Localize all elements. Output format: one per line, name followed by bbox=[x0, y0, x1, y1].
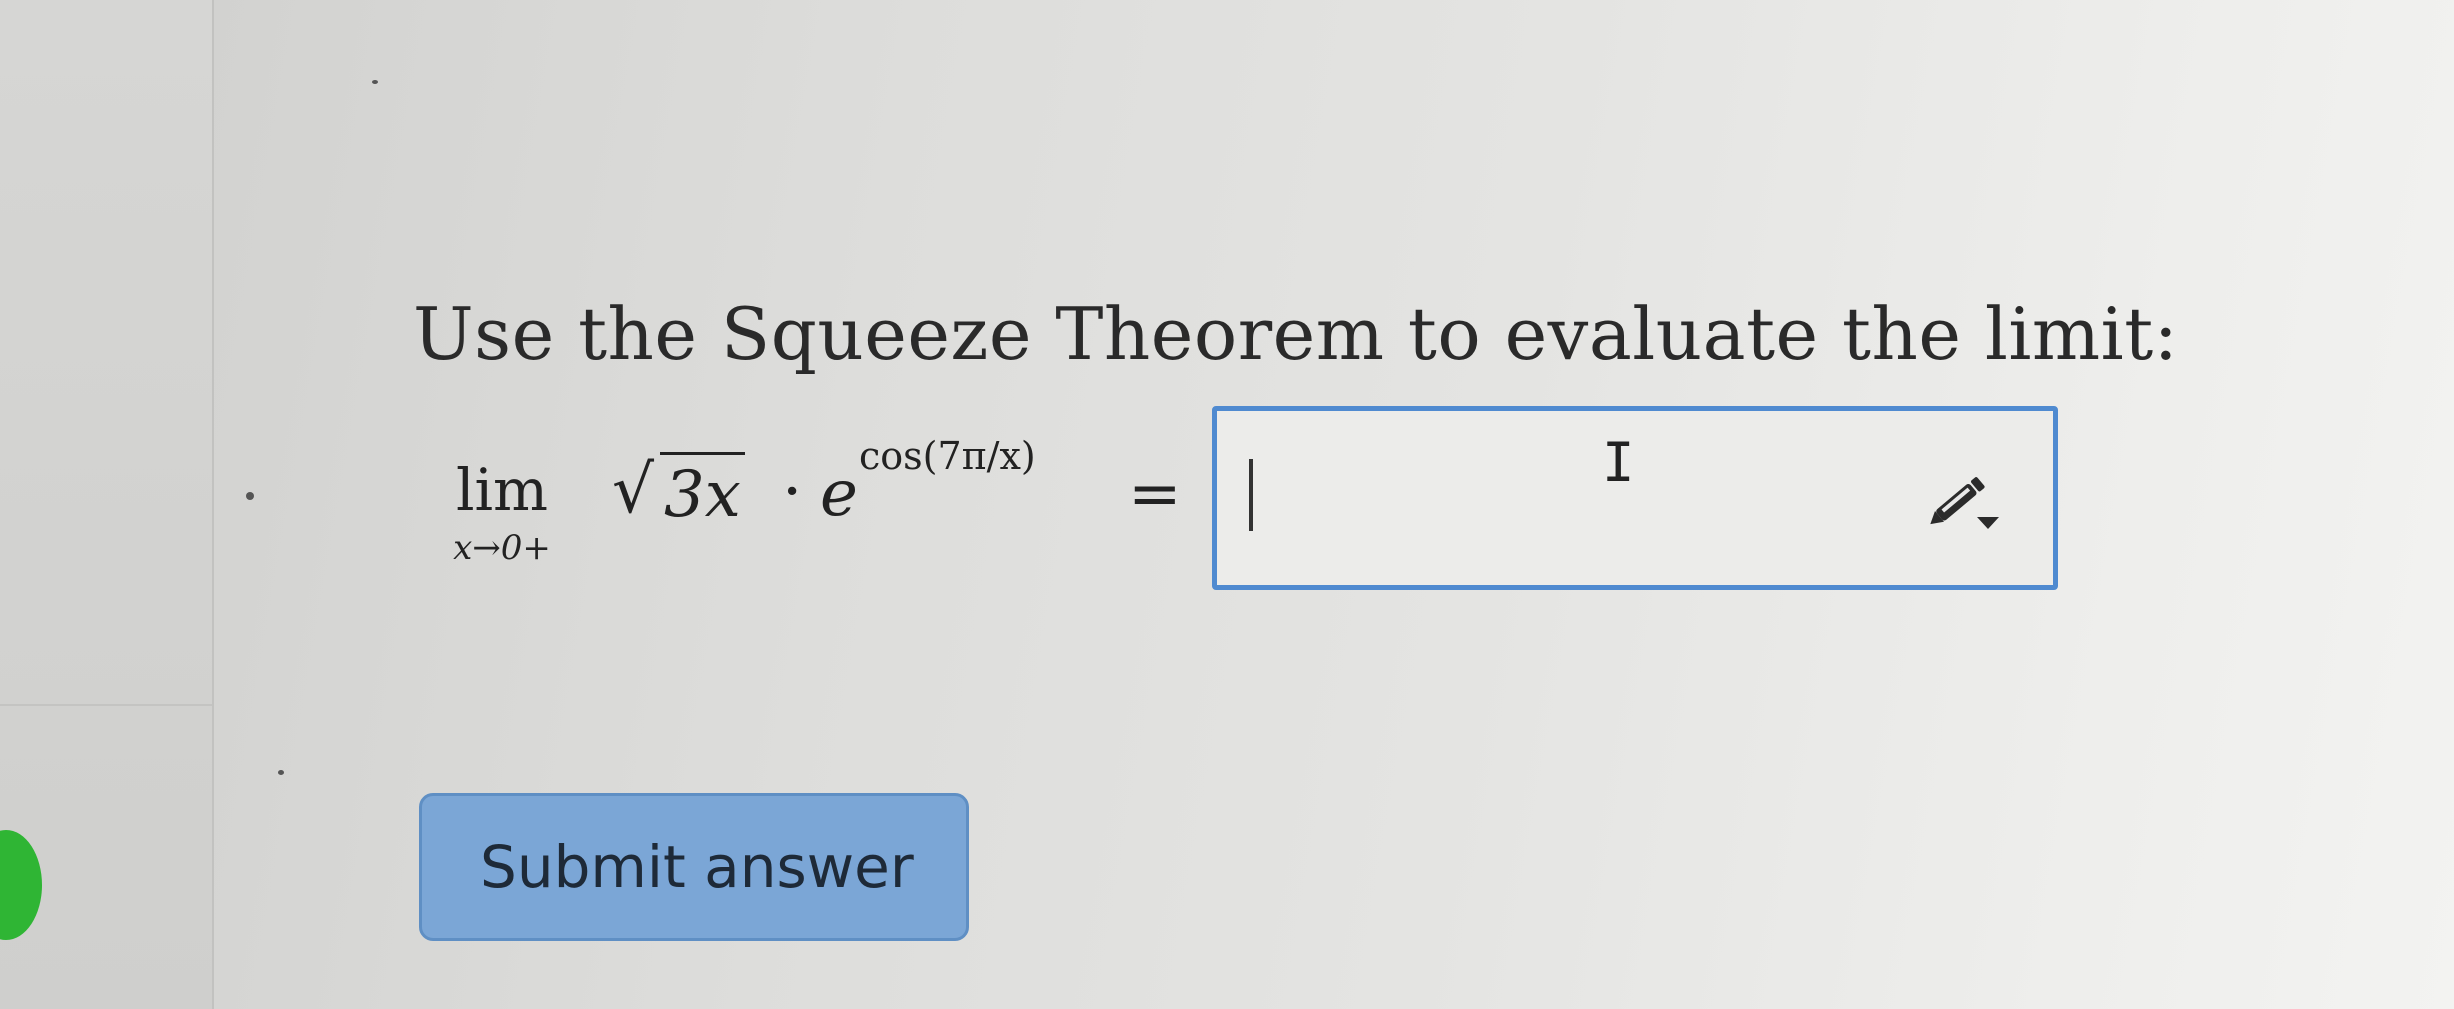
panel-divider bbox=[0, 704, 212, 706]
exponential-base: e bbox=[820, 457, 858, 531]
question-text: Use the Squeeze Theorem to evaluate the … bbox=[413, 292, 2179, 376]
multiplication-dot: · bbox=[782, 455, 803, 529]
radical-sign: √ bbox=[612, 451, 655, 528]
answer-input[interactable]: I bbox=[1212, 406, 2058, 590]
limit-operator: lim x→0+ bbox=[412, 460, 592, 568]
radicand: 3x bbox=[660, 452, 745, 535]
text-caret bbox=[1249, 459, 1253, 531]
lim-subscript: x→0+ bbox=[453, 528, 551, 568]
pencil-dropdown-icon[interactable] bbox=[1923, 469, 2003, 539]
lim-word: lim bbox=[455, 456, 549, 524]
speck-dot bbox=[278, 770, 284, 775]
speck-dot bbox=[246, 492, 254, 500]
submit-answer-button[interactable]: Submit answer bbox=[419, 793, 969, 941]
ibeam-cursor-icon: I bbox=[1602, 431, 1635, 494]
exponent: cos(7π/x) bbox=[859, 434, 1036, 478]
equals-sign: = bbox=[1128, 457, 1182, 531]
speck-dot bbox=[372, 80, 378, 84]
